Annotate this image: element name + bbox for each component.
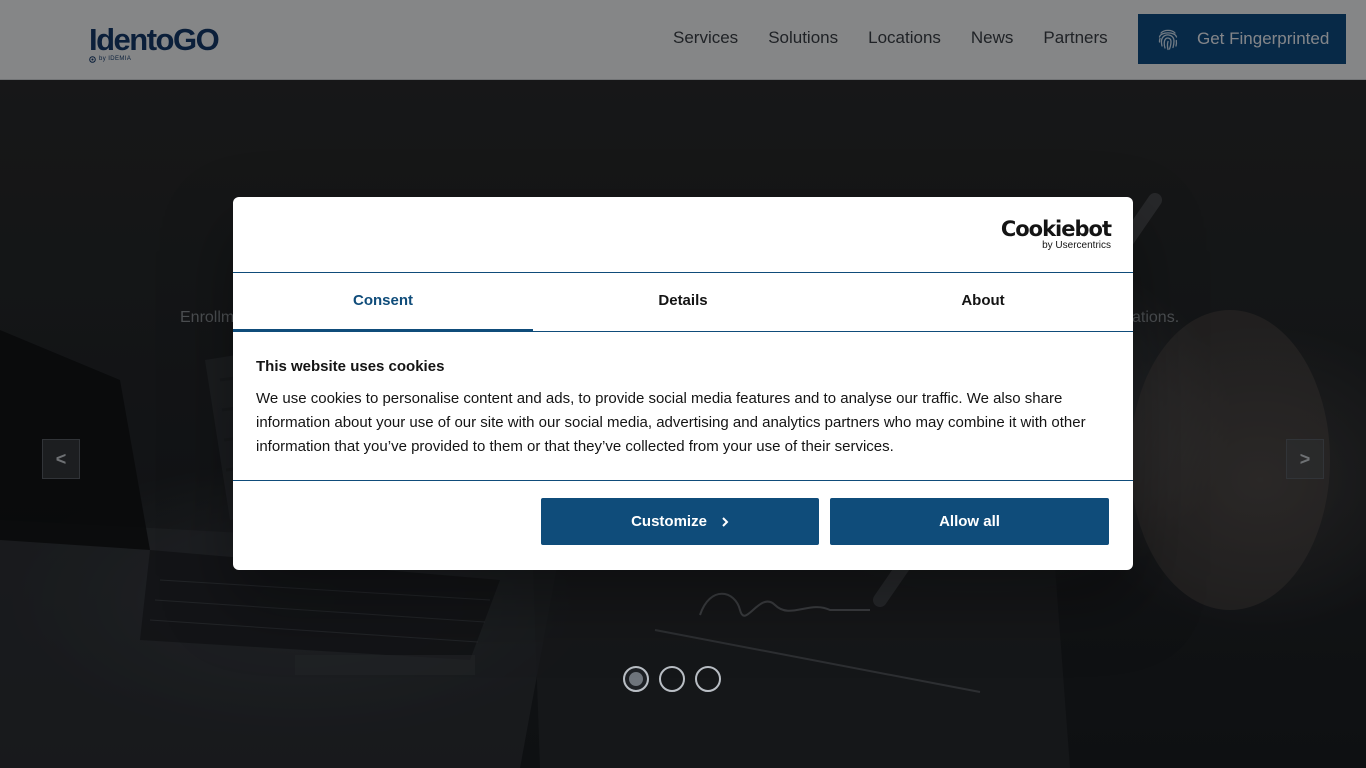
dialog-footer: Customize Allow all bbox=[233, 481, 1133, 570]
carousel-dot-3[interactable] bbox=[695, 666, 721, 692]
tab-details[interactable]: Details bbox=[533, 273, 833, 331]
dialog-title: This website uses cookies bbox=[256, 358, 445, 375]
cookiebot-byline: by Usercentrics bbox=[1042, 240, 1111, 251]
customize-label: Customize bbox=[631, 513, 707, 530]
carousel-dot-2[interactable] bbox=[659, 666, 685, 692]
customize-button[interactable]: Customize bbox=[541, 498, 819, 545]
cookiebot-wordmark: Cookiebot bbox=[1000, 217, 1112, 241]
dialog-body: This website uses cookies We use cookies… bbox=[233, 332, 1133, 481]
tab-consent[interactable]: Consent bbox=[233, 273, 533, 332]
dialog-description: We use cookies to personalise content an… bbox=[256, 390, 1086, 455]
carousel-dots bbox=[623, 666, 721, 692]
dialog-header: Cookiebot by Usercentrics bbox=[233, 197, 1133, 273]
cookie-consent-dialog: Cookiebot by Usercentrics Consent Detail… bbox=[233, 197, 1133, 570]
chevron-right-icon bbox=[722, 516, 729, 527]
allow-all-button[interactable]: Allow all bbox=[830, 498, 1109, 545]
dialog-tabs: Consent Details About bbox=[233, 273, 1133, 332]
carousel-dot-1[interactable] bbox=[623, 666, 649, 692]
tab-about[interactable]: About bbox=[833, 273, 1133, 331]
cookiebot-logo[interactable]: Cookiebot by Usercentrics bbox=[1000, 217, 1112, 252]
